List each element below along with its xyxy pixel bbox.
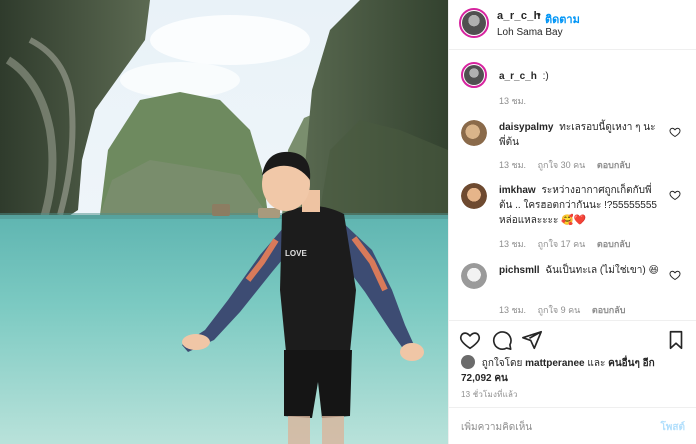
comment-bubble-icon[interactable] bbox=[491, 329, 513, 351]
commenter-username[interactable]: pichsmll bbox=[499, 265, 540, 276]
post-details-panel: a_r_c_h • ติดตาม Loh Sama Bay a_r_c_h :)… bbox=[448, 0, 696, 444]
commenter-username[interactable]: daisypalmy bbox=[499, 122, 553, 133]
caption-text: :) bbox=[542, 71, 549, 82]
post-header: a_r_c_h • ติดตาม Loh Sama Bay bbox=[449, 0, 696, 50]
svg-text:LOVE: LOVE bbox=[285, 249, 307, 258]
reply-button[interactable]: ตอบกลับ bbox=[592, 305, 626, 315]
reply-button[interactable]: ตอบกลับ bbox=[597, 160, 631, 170]
caption-time[interactable]: 13 ชม. bbox=[499, 96, 526, 106]
post-actions: ถูกใจโดย mattperanee และ คนอื่นๆ อีก 72,… bbox=[449, 320, 696, 444]
likes-conj: และ bbox=[587, 358, 606, 369]
comment-likes[interactable]: ถูกใจ 9 คน bbox=[538, 305, 581, 315]
comment-text-block: daisypalmy ทะเลรอบนี้ดูเหงา ๆ นะพี่ต้น bbox=[499, 120, 659, 150]
commenter-avatar[interactable] bbox=[461, 183, 487, 209]
like-comment-heart-icon[interactable] bbox=[669, 126, 681, 138]
post-photo[interactable]: LOVE bbox=[0, 0, 448, 444]
follow-button[interactable]: ติดตาม bbox=[545, 10, 580, 28]
comment-text-block: imkhaw ระหว่างอากาศถูกเก็ตกับพี่ต้น .. ใ… bbox=[499, 183, 659, 228]
post-comment-button[interactable]: โพสต์ bbox=[660, 420, 685, 435]
comments-list[interactable]: a_r_c_h :) 13 ชม. daisypalmy ทะเลรอบนี้ด… bbox=[449, 50, 696, 320]
comment-meta: 13 ชม. ถูกใจ 17 คน ตอบกลับ bbox=[499, 237, 640, 251]
caption-meta: 13 ชม. bbox=[499, 94, 535, 108]
likes-prefix: ถูกใจโดย bbox=[481, 358, 523, 369]
comment-meta: 13 ชม. ถูกใจ 9 คน ตอบกลับ bbox=[499, 303, 634, 317]
liker-avatar[interactable] bbox=[461, 355, 475, 369]
like-heart-icon[interactable] bbox=[459, 329, 481, 351]
liker-username[interactable]: mattperanee bbox=[525, 358, 584, 369]
comment-likes[interactable]: ถูกใจ 17 คน bbox=[538, 239, 586, 249]
comment-time[interactable]: 13 ชม. bbox=[499, 160, 526, 170]
add-comment-input[interactable] bbox=[461, 418, 641, 436]
like-comment-heart-icon[interactable] bbox=[669, 189, 681, 201]
commenter-avatar[interactable] bbox=[461, 263, 487, 289]
comment-time[interactable]: 13 ชม. bbox=[499, 239, 526, 249]
location-link[interactable]: Loh Sama Bay bbox=[497, 27, 563, 38]
commenter-avatar[interactable] bbox=[461, 120, 487, 146]
add-comment-bar: โพสต์ bbox=[449, 407, 696, 444]
author-avatar[interactable] bbox=[459, 8, 489, 38]
comment-likes[interactable]: ถูกใจ 30 คน bbox=[538, 160, 586, 170]
author-username[interactable]: a_r_c_h bbox=[497, 10, 541, 22]
likes-summary: ถูกใจโดย mattperanee และ คนอื่นๆ อีก 72,… bbox=[461, 355, 686, 386]
comment-meta: 13 ชม. ถูกใจ 30 คน ตอบกลับ bbox=[499, 158, 640, 172]
comment-time[interactable]: 13 ชม. bbox=[499, 305, 526, 315]
caption-username[interactable]: a_r_c_h bbox=[499, 71, 537, 82]
separator-dot: • bbox=[537, 9, 541, 21]
reply-button[interactable]: ตอบกลับ bbox=[597, 239, 631, 249]
caption-avatar[interactable] bbox=[461, 62, 487, 88]
comment-text-block: pichsmll ฉันเป็นทะเล (ไม่ใช่เขา) 😆 bbox=[499, 263, 659, 278]
like-comment-heart-icon[interactable] bbox=[669, 269, 681, 281]
share-paper-plane-icon[interactable] bbox=[521, 329, 543, 351]
beach-scene-image: LOVE bbox=[0, 0, 448, 444]
save-bookmark-icon[interactable] bbox=[665, 329, 687, 351]
commenter-username[interactable]: imkhaw bbox=[499, 185, 536, 196]
caption-text-block: a_r_c_h :) bbox=[499, 69, 659, 84]
post-time-ago[interactable]: 13 ชั่วโมงที่แล้ว bbox=[461, 388, 518, 401]
comment-text: ฉันเป็นทะเล (ไม่ใช่เขา) 😆 bbox=[545, 265, 659, 276]
